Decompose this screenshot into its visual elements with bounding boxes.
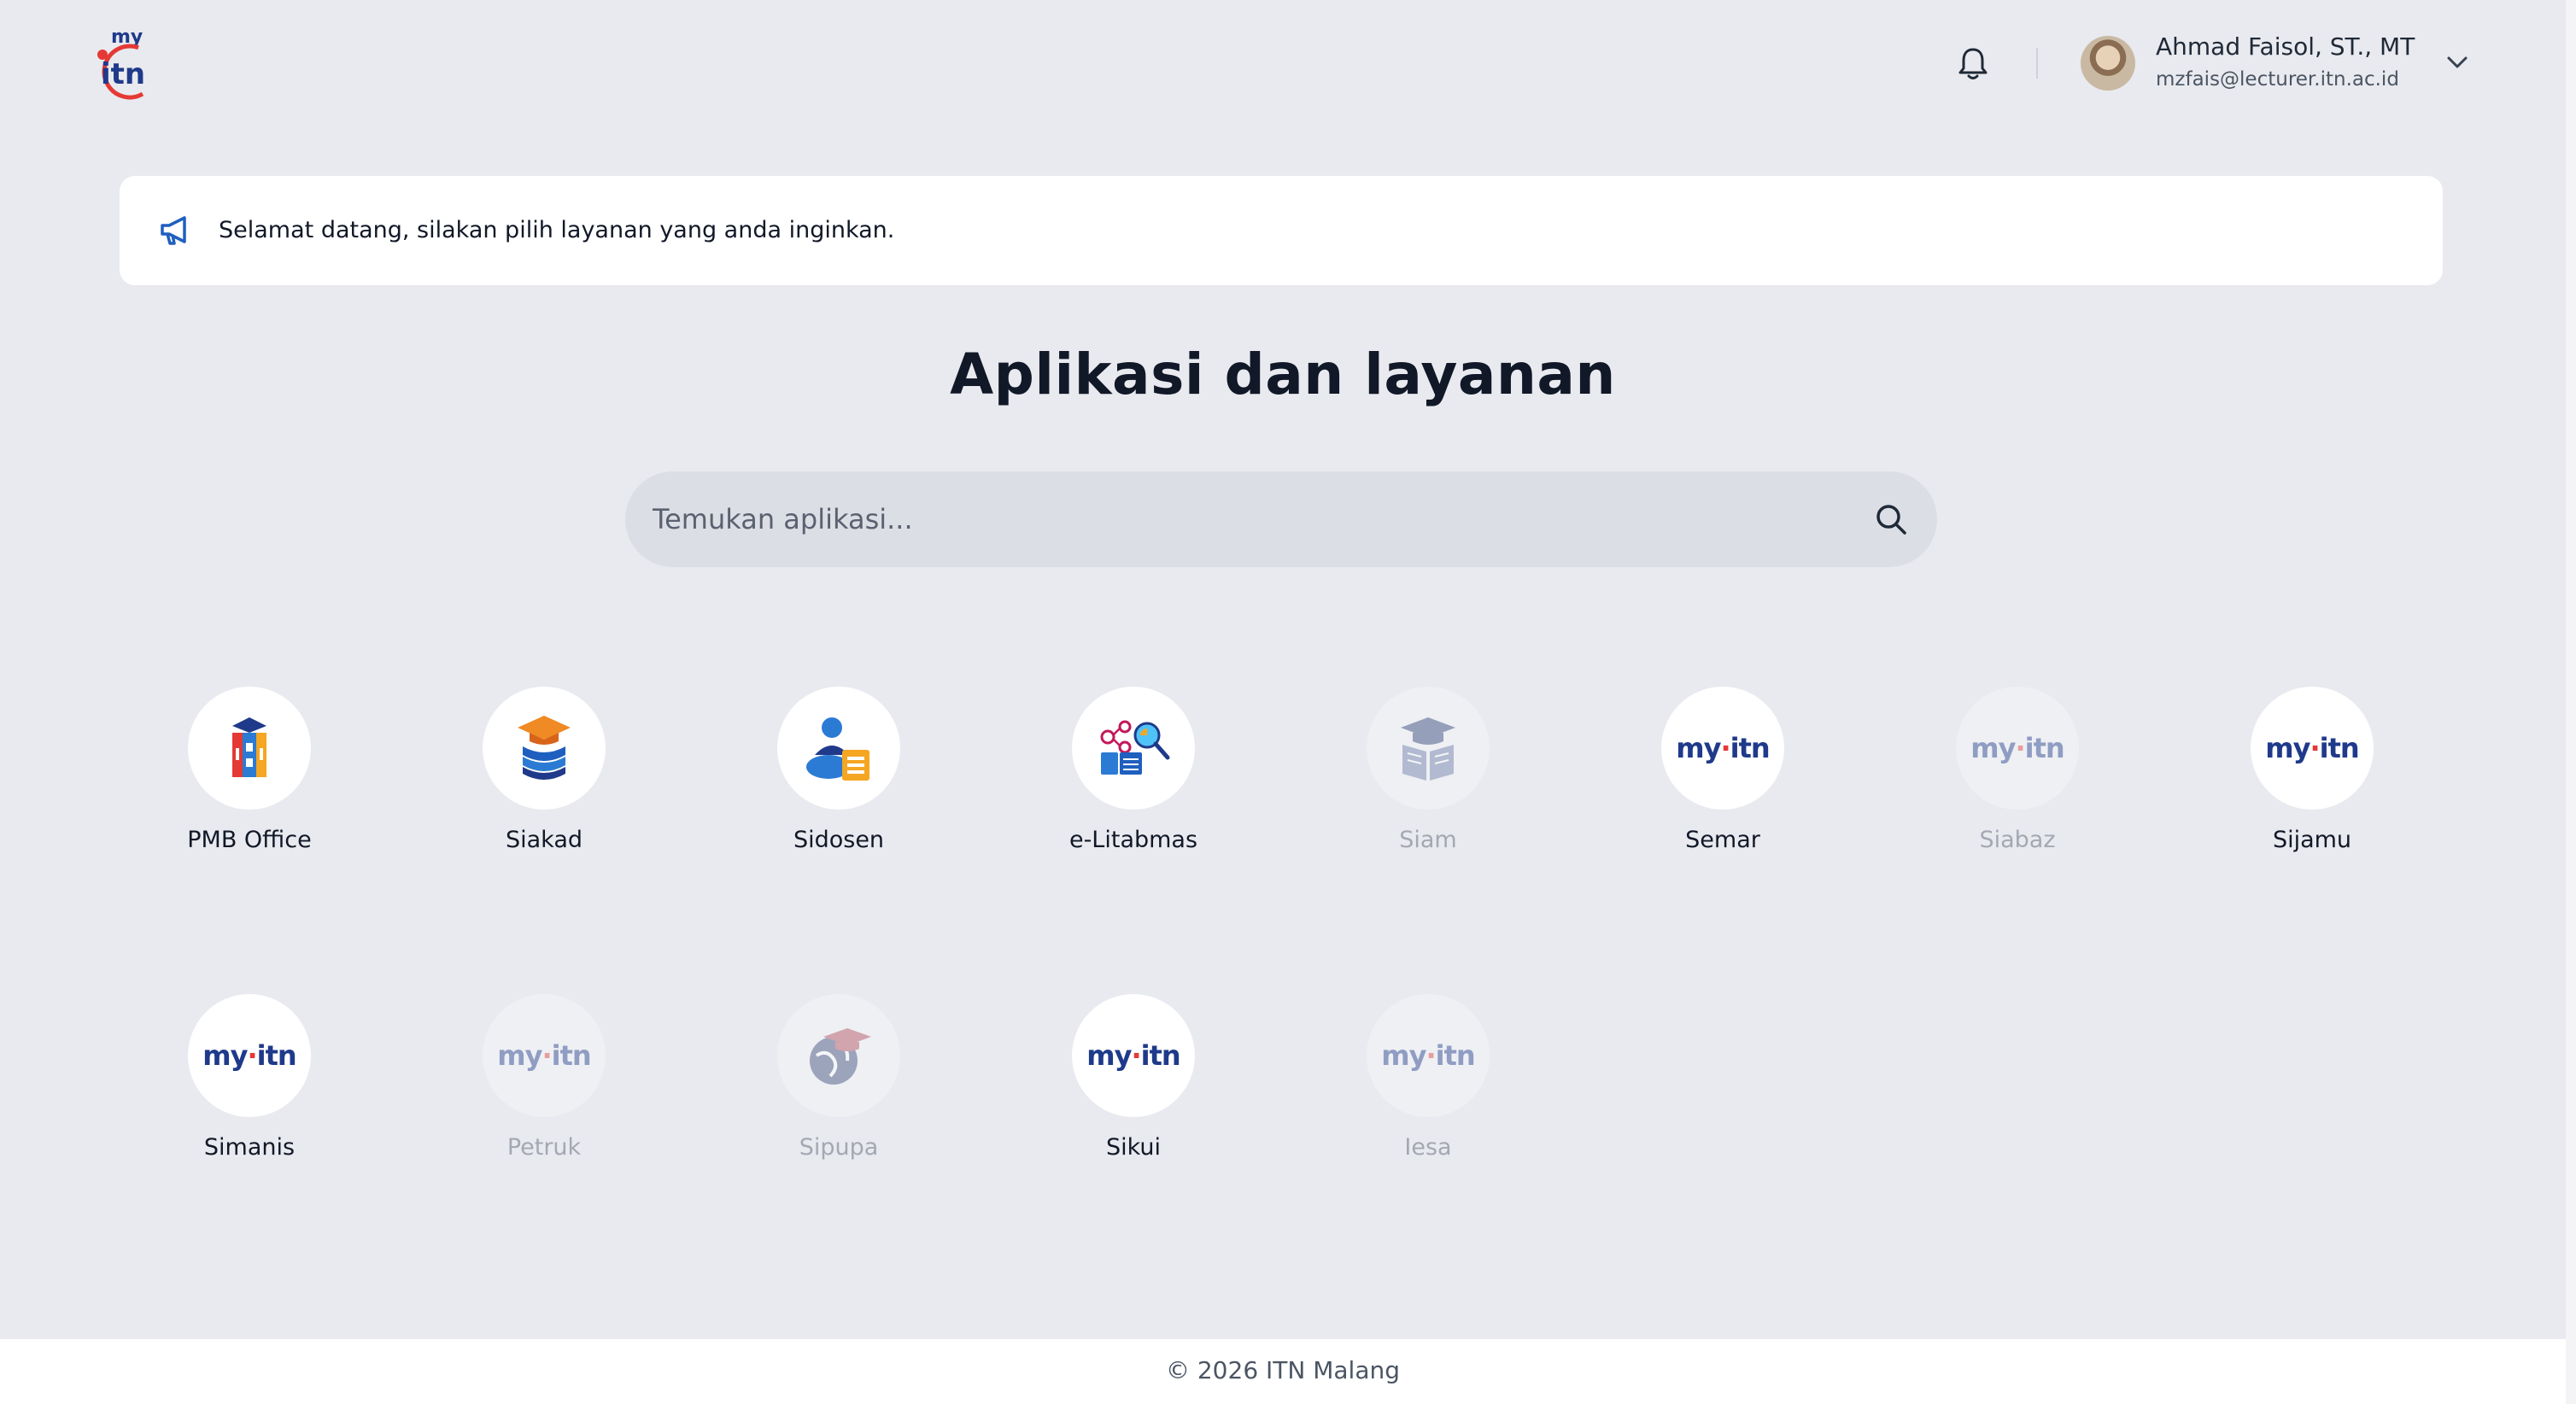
copyright-text: © 2026 ITN Malang	[1165, 1356, 1401, 1384]
app-label: Siakad	[505, 827, 583, 853]
app-pmb-office[interactable]: PMB Office	[147, 687, 352, 875]
app-iesa[interactable]: my·itn Iesa	[1326, 994, 1531, 1182]
app-label: Sijamu	[2272, 827, 2352, 853]
pmb-office-icon	[232, 717, 266, 777]
myitn-logo-icon: my·itn	[1086, 1039, 1180, 1072]
app-icon-circle	[1072, 687, 1195, 810]
welcome-banner: Selamat datang, silakan pilih layanan ya…	[120, 176, 2443, 285]
app-label: Iesa	[1404, 1134, 1452, 1161]
scrollbar[interactable]	[2566, 0, 2576, 1404]
app-sipupa[interactable]: Sipupa	[736, 994, 941, 1182]
search-bar	[625, 471, 1937, 567]
user-menu[interactable]: Ahmad Faisol, ST., MT mzfais@lecturer.it…	[2081, 31, 2484, 99]
app-label: Siabaz	[1979, 827, 2056, 853]
user-name: Ahmad Faisol, ST., MT	[2156, 32, 2415, 61]
app-label: Semar	[1685, 827, 1760, 853]
app-icon-circle: my·itn	[1661, 687, 1784, 810]
logo-itn-text: itn	[101, 57, 145, 91]
app-icon-circle	[777, 687, 900, 810]
app-semar[interactable]: my·itn Semar	[1620, 687, 1825, 875]
app-siabaz[interactable]: my·itn Siabaz	[1915, 687, 2120, 875]
app-label: Sipupa	[799, 1134, 879, 1161]
page-title: Aplikasi dan layanan	[950, 342, 1616, 407]
app-icon-circle: my·itn	[1367, 994, 1490, 1117]
app-sijamu[interactable]: my·itn Sijamu	[2210, 687, 2415, 875]
siakad-icon	[518, 716, 571, 780]
myitn-logo-icon: my·itn	[1676, 732, 1770, 764]
myitn-logo-icon: my·itn	[1970, 732, 2064, 764]
app-label: Siam	[1399, 827, 1457, 853]
header-divider	[2036, 48, 2038, 79]
app-icon-circle: my·itn	[2251, 687, 2374, 810]
search-icon[interactable]	[1874, 502, 1908, 536]
app-sidosen[interactable]: Sidosen	[736, 687, 941, 875]
sipupa-icon	[810, 1028, 871, 1085]
app-label: e-Litabmas	[1068, 827, 1198, 853]
app-label: Petruk	[506, 1134, 582, 1161]
footer: © 2026 ITN Malang	[0, 1339, 2566, 1404]
myitn-logo[interactable]: my itn	[92, 24, 161, 101]
app-label: PMB Office	[187, 827, 312, 853]
siam-icon	[1401, 717, 1455, 781]
app-icon-circle: my·itn	[483, 994, 606, 1117]
app-icon-circle	[188, 687, 311, 810]
app-label: Sidosen	[793, 827, 885, 853]
app-siam[interactable]: Siam	[1326, 687, 1531, 875]
app-icon-circle	[483, 687, 606, 810]
app-e-litabmas[interactable]: e-Litabmas	[1031, 687, 1236, 875]
app-label: Sikui	[1105, 1134, 1162, 1161]
top-bar: my itn Ahmad Faisol, ST., MT mzfais@lect…	[0, 0, 2566, 128]
bell-icon[interactable]	[1956, 44, 1990, 82]
app-icon-circle: my·itn	[1956, 687, 2079, 810]
avatar	[2081, 36, 2135, 91]
app-petruk[interactable]: my·itn Petruk	[442, 994, 647, 1182]
chevron-down-icon[interactable]	[2444, 50, 2470, 75]
app-sikui[interactable]: my·itn Sikui	[1031, 994, 1236, 1182]
app-icon-circle	[1367, 687, 1490, 810]
app-icon-circle: my·itn	[188, 994, 311, 1117]
megaphone-icon	[159, 215, 191, 246]
welcome-message: Selamat datang, silakan pilih layanan ya…	[219, 217, 895, 243]
myitn-logo-icon: my·itn	[497, 1039, 591, 1072]
user-email: mzfais@lecturer.itn.ac.id	[2156, 68, 2399, 91]
sidosen-icon	[806, 717, 869, 781]
app-icon-circle	[777, 994, 900, 1117]
myitn-logo-icon: my·itn	[1381, 1039, 1475, 1072]
app-simanis[interactable]: my·itn Simanis	[147, 994, 352, 1182]
app-siakad[interactable]: Siakad	[442, 687, 647, 875]
e-litabmas-icon	[1100, 720, 1170, 775]
app-label: Simanis	[203, 1134, 296, 1161]
myitn-logo-icon: my·itn	[202, 1039, 296, 1072]
myitn-logo-icon: my·itn	[2265, 732, 2359, 764]
app-icon-circle: my·itn	[1072, 994, 1195, 1117]
search-input[interactable]	[653, 490, 1831, 548]
